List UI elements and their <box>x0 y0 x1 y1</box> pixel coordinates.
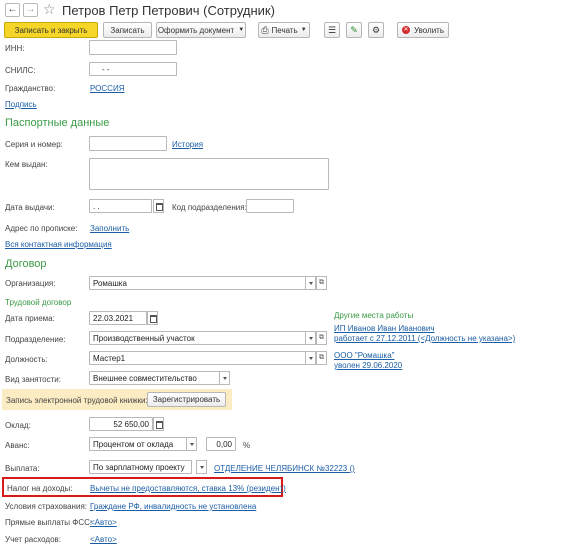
tax-label: Налог на доходы: <box>7 484 73 493</box>
create-document-button[interactable]: Оформить документ ▼ <box>156 22 246 38</box>
citizenship-link[interactable]: РОССИЯ <box>90 84 124 93</box>
snils-field[interactable]: - - <box>89 62 177 76</box>
edit-icon: ✎ <box>350 24 358 35</box>
fss-link[interactable]: <Авто> <box>90 518 117 527</box>
advance-label: Аванс: <box>5 441 30 450</box>
create-document-label: Оформить документ <box>157 25 235 35</box>
gear-icon: ⚙ <box>371 24 381 35</box>
expense-link[interactable]: <Авто> <box>90 535 117 544</box>
settings-icon-button[interactable]: ⚙ <box>368 22 384 38</box>
payout-bank-link[interactable]: ОТДЕЛЕНИЕ ЧЕЛЯБИНСК №32223 () <box>214 464 355 473</box>
save-close-button[interactable]: Записать и закрыть <box>4 22 98 38</box>
calculator-icon[interactable] <box>153 417 164 431</box>
other-job-2-name[interactable]: ООО "Ромашка" <box>334 351 395 360</box>
passport-history-link[interactable]: История <box>172 140 203 149</box>
position-dropdown-button[interactable] <box>305 351 316 365</box>
position-open-button[interactable]: ⧉ <box>316 351 327 365</box>
organization-label: Организация: <box>5 279 56 288</box>
issued-by-field[interactable] <box>89 158 329 190</box>
department-open-button[interactable]: ⧉ <box>316 331 327 345</box>
salary-label: Оклад: <box>5 421 31 430</box>
employment-type-field[interactable]: Внешнее совместительство <box>89 371 220 385</box>
department-field[interactable]: Производственный участок <box>89 331 306 345</box>
address-fill-link[interactable]: Заполнить <box>90 224 129 233</box>
payout-label: Выплата: <box>5 464 40 473</box>
favorite-star-icon[interactable]: ☆ <box>43 1 56 18</box>
advance-type-dropdown-button[interactable] <box>186 437 197 451</box>
register-button[interactable]: Зарегистрировать <box>147 392 226 407</box>
window-title: Петров Петр Петрович (Сотрудник) <box>62 3 275 18</box>
tax-deductions-link[interactable]: Вычеты не предоставляются, ставка 13% (р… <box>90 484 286 493</box>
dept-code-field[interactable] <box>246 199 294 213</box>
calendar-icon[interactable] <box>147 311 158 325</box>
address-label: Адрес по прописке: <box>5 224 78 233</box>
passport-series-label: Серия и номер: <box>5 140 63 149</box>
expense-label: Учет расходов: <box>5 535 61 544</box>
labor-contract-title: Трудовой договор <box>5 298 72 307</box>
print-label: Печать <box>271 25 298 35</box>
fss-label: Прямые выплаты ФСС: <box>5 518 93 527</box>
payout-dropdown-button[interactable] <box>196 460 207 474</box>
snils-label: СНИЛС: <box>5 66 36 75</box>
other-job-1-status[interactable]: работает с 27.12.2011 (<Должность не ука… <box>334 334 515 343</box>
position-field[interactable]: Мастер1 <box>89 351 306 365</box>
stop-icon: ✕ <box>401 26 410 34</box>
passport-section-title: Паспортные данные <box>5 117 110 129</box>
sign-link[interactable]: Подпись <box>5 100 37 109</box>
fire-label: Уволить <box>413 25 445 35</box>
employment-type-label: Вид занятости: <box>5 375 61 384</box>
advance-value-field[interactable]: 0,00 <box>206 437 236 451</box>
other-jobs-title: Другие места работы <box>334 311 414 320</box>
dept-code-label: Код подразделения: <box>172 203 247 212</box>
calendar-icon[interactable] <box>153 199 164 213</box>
employment-type-dropdown-button[interactable] <box>219 371 230 385</box>
position-label: Должность: <box>5 355 48 364</box>
fire-button[interactable]: ✕ Уволить <box>397 22 449 38</box>
payout-field[interactable]: По зарплатному проекту <box>89 460 192 474</box>
edit-icon-button[interactable]: ✎ <box>346 22 362 38</box>
issue-date-label: Дата выдачи: <box>5 203 55 212</box>
inn-field[interactable] <box>89 40 177 55</box>
printer-icon: ⎙ <box>261 24 269 35</box>
inn-label: ИНН: <box>5 44 25 53</box>
passport-series-field[interactable] <box>89 136 167 151</box>
chevron-down-icon: ▼ <box>238 27 245 33</box>
insurance-label: Условия страхования: <box>5 502 87 511</box>
hire-date-field[interactable]: 22.03.2021 <box>89 311 147 325</box>
list-icon-button[interactable]: ☰ <box>324 22 340 38</box>
organization-open-button[interactable]: ⧉ <box>316 276 327 290</box>
advance-unit: % <box>243 441 251 450</box>
other-job-1-name[interactable]: ИП Иванов Иван Иванович <box>334 324 435 333</box>
forward-button[interactable]: → <box>23 3 38 17</box>
back-button[interactable]: ← <box>5 3 20 17</box>
salary-field[interactable]: 52 650,00 <box>89 417 153 431</box>
insurance-link[interactable]: Граждане РФ, инвалидность не установлена <box>90 502 256 511</box>
list-icon: ☰ <box>327 24 337 35</box>
other-job-2-status[interactable]: уволен 29.06.2020 <box>334 361 402 370</box>
issued-by-label: Кем выдан: <box>5 160 48 169</box>
hire-date-label: Дата приема: <box>5 314 55 323</box>
advance-type-field[interactable]: Процентом от оклада <box>89 437 187 451</box>
citizenship-label: Гражданство: <box>5 84 56 93</box>
contract-section-title: Договор <box>5 258 47 270</box>
chevron-down-icon: ▼ <box>300 27 307 33</box>
electronic-workbook-label: Запись электронной трудовой книжки: <box>6 396 148 405</box>
print-button[interactable]: ⎙ Печать ▼ <box>258 22 310 38</box>
department-dropdown-button[interactable] <box>305 331 316 345</box>
organization-field[interactable]: Ромашка <box>89 276 306 290</box>
organization-dropdown-button[interactable] <box>305 276 316 290</box>
save-button[interactable]: Записать <box>103 22 152 38</box>
issue-date-field[interactable]: . . <box>89 199 152 213</box>
department-label: Подразделение: <box>5 335 66 344</box>
contacts-link[interactable]: Вся контактная информация <box>5 240 112 249</box>
